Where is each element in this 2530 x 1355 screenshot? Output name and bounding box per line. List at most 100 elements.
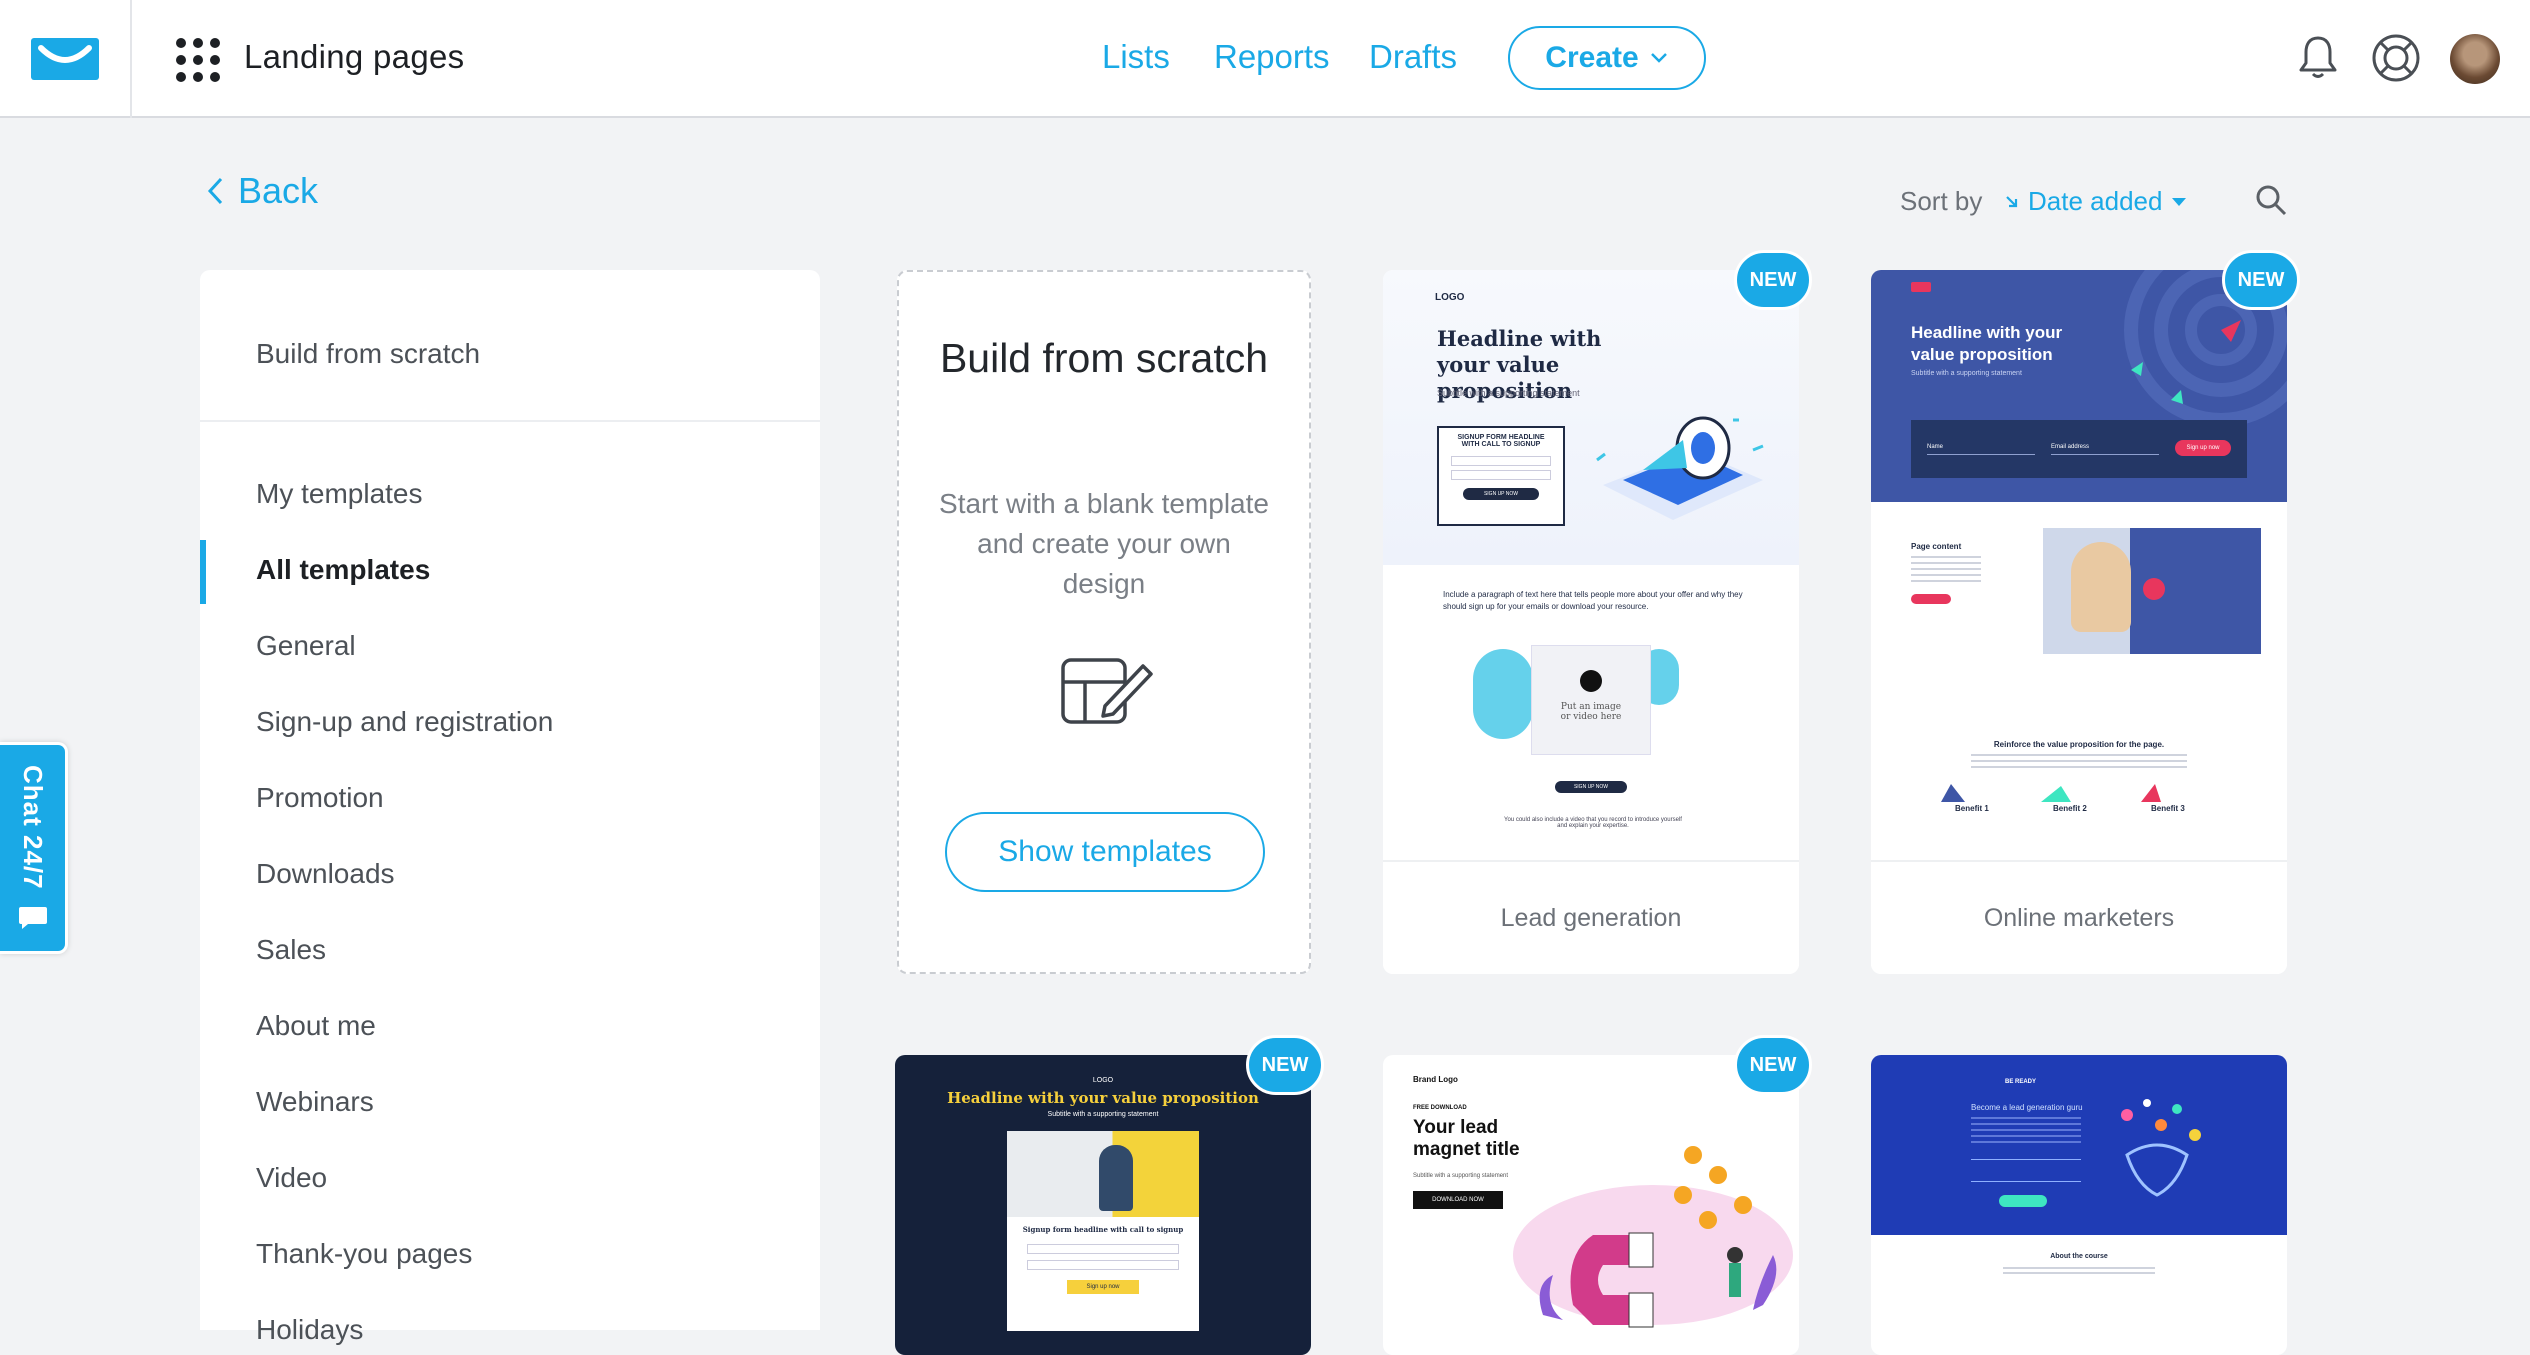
sort-arrow-icon (2006, 195, 2018, 207)
benefit-shapes (1941, 784, 2161, 802)
sidebar-item-signup-registration[interactable]: Sign-up and registration (256, 706, 553, 738)
preview-form-button: Sign up now (1067, 1280, 1139, 1294)
user-avatar[interactable] (2450, 34, 2500, 84)
preview-subtitle: Subtitle with a supporting statement (1437, 388, 1580, 398)
sidebar-build-from-scratch[interactable]: Build from scratch (256, 338, 480, 370)
sidebar-divider (200, 420, 820, 422)
sidebar-item-thank-you-pages[interactable]: Thank-you pages (256, 1238, 472, 1270)
preview-hero: BE READY Become a lead generation guru (1871, 1055, 2287, 1235)
caret-down-icon (2172, 197, 2187, 206)
preview-body: Include a paragraph of text here that te… (1383, 565, 1799, 860)
sort-by-label: Sort by (1900, 186, 1983, 216)
template-card-lead-generation-guru[interactable]: BE READY Become a lead generation guru A… (1871, 1055, 2287, 1355)
template-card-dark-signup[interactable]: LOGO Headline with your value propositio… (895, 1055, 1311, 1355)
preview-logo: LOGO (1435, 292, 1465, 303)
template-label: Online marketers (1871, 860, 2287, 974)
preview-headline: Headline with your value proposition (1911, 323, 2063, 364)
megaphone-illustration (1596, 416, 1764, 520)
sort-dropdown[interactable]: Date added (2004, 186, 2188, 217)
nav-reports[interactable]: Reports (1214, 38, 1330, 76)
sidebar-item-all-templates[interactable]: All templates (256, 554, 430, 586)
envelope-logo-icon (31, 38, 99, 80)
help-lifebuoy-icon[interactable] (2370, 32, 2422, 84)
preview-form: SIGNUP FORM HEADLINE WITH CALL TO SIGNUP… (1437, 426, 1565, 526)
sidebar-item-video[interactable]: Video (256, 1162, 327, 1194)
preview-brand: Brand Logo (1413, 1075, 1458, 1084)
magnet-illustration (1513, 1146, 1793, 1328)
preview-content: Page content (1871, 502, 2287, 702)
new-badge: NEW (1246, 1035, 1324, 1095)
sidebar-item-sales[interactable]: Sales (256, 934, 326, 966)
preview-benefits: Reinforce the value proposition for the … (1871, 702, 2287, 860)
show-templates-button[interactable]: Show templates (945, 812, 1265, 892)
preview-signup-button: Sign up now (2175, 440, 2231, 456)
back-link[interactable]: Back (206, 170, 318, 212)
sidebar-item-general[interactable]: General (256, 630, 356, 662)
sidebar-item-about-me[interactable]: About me (256, 1010, 376, 1042)
preview-subtitle: Subtitle with a supporting statement (1911, 370, 2022, 377)
new-badge: NEW (1734, 1035, 1812, 1095)
preview-reinforce: Reinforce the value proposition for the … (1993, 740, 2165, 749)
preview-video (2043, 528, 2261, 654)
preview-hero: Headline with your value proposition Sub… (1871, 270, 2287, 502)
scratch-card-title: Build from scratch (939, 335, 1269, 381)
preview-foot: You could also include a video that you … (1504, 817, 1682, 829)
sidebar-item-webinars[interactable]: Webinars (256, 1086, 374, 1118)
preview-body-button: SIGN UP NOW (1555, 781, 1627, 793)
preview-email-field: Email address (2051, 444, 2090, 450)
preview-benefit-2: Benefit 2 (2053, 804, 2087, 813)
scratch-card-description: Start with a blank template and create y… (939, 488, 1269, 599)
preview-subtitle: Subtitle with a supporting statement (1413, 1173, 1509, 1179)
chat-label: Chat 24/7 (18, 764, 48, 890)
preview-hero: LOGO Headline with your value propositio… (1383, 270, 1799, 565)
preview-download-button: DOWNLOAD NOW (1413, 1191, 1503, 1209)
preview-name-field: Name (1927, 444, 1944, 450)
search-icon[interactable] (2254, 183, 2288, 217)
build-from-scratch-card[interactable]: Build from scratch Start with a blank te… (897, 270, 1311, 974)
preview-subtitle: Subtitle with a supporting statement (1047, 1111, 1159, 1118)
chevron-down-icon (1650, 53, 1667, 63)
create-label: Create (1545, 41, 1639, 74)
sidebar-item-my-templates[interactable]: My templates (256, 478, 423, 510)
preview-pre: FREE DOWNLOAD (1413, 1105, 1467, 1111)
template-label: Lead generation (1383, 860, 1799, 974)
category-sidebar: Build from scratch My templates All temp… (200, 270, 820, 1345)
chat-bubble-icon (18, 907, 47, 930)
preview-page-content: Page content (1911, 542, 1962, 551)
sidebar-item-holidays[interactable]: Holidays (256, 1314, 363, 1346)
top-bar: Landing pages Lists Reports Drafts Creat… (0, 0, 2530, 118)
chat-support-tab[interactable]: Chat 24/7 (0, 742, 68, 954)
preview-form: Signup form headline with call to signup… (1007, 1131, 1199, 1331)
sort-value: Date added (2028, 186, 2163, 216)
preview-logo: BE READY (2005, 1079, 2037, 1085)
edit-template-icon (1061, 658, 1153, 724)
new-badge: NEW (2222, 250, 2300, 310)
template-card-lead-generation[interactable]: LOGO Headline with your value propositio… (1383, 270, 1799, 974)
preview-form-title: Signup form headline with call to signup (1022, 1225, 1184, 1234)
brain-illustration (2121, 1099, 2201, 1197)
preview-headline: Become a lead generation guru (1971, 1103, 2083, 1112)
back-label: Back (238, 170, 319, 211)
apps-grid-icon[interactable] (176, 38, 220, 82)
notifications-bell-icon[interactable] (2292, 32, 2344, 84)
nav-lists[interactable]: Lists (1102, 38, 1170, 76)
preview-form-button: SIGN UP NOW (1463, 488, 1539, 500)
nav-drafts[interactable]: Drafts (1369, 38, 1457, 76)
template-card-online-marketers[interactable]: Headline with your value proposition Sub… (1871, 270, 2287, 974)
getresponse-logo[interactable] (0, 0, 132, 118)
create-button[interactable]: Create (1508, 26, 1706, 90)
preview-form: Name Email address Sign up now (1911, 420, 2247, 478)
preview-benefit-3: Benefit 3 (2151, 804, 2185, 813)
new-badge: NEW (1734, 250, 1812, 310)
preview-form-title: SIGNUP FORM HEADLINE WITH CALL TO SIGNUP (1457, 434, 1545, 448)
active-indicator (200, 540, 206, 604)
preview-paragraph: Include a paragraph of text here that te… (1443, 590, 1743, 611)
preview-benefit-1: Benefit 1 (1955, 804, 1989, 813)
preview-about: About the course (2050, 1253, 2108, 1260)
template-card-lead-magnet[interactable]: Brand Logo FREE DOWNLOAD Your lead magne… (1383, 1055, 1799, 1355)
preview-media-text: Put an image or video here (1560, 702, 1622, 722)
chevron-left-icon (207, 177, 223, 205)
sidebar-item-downloads[interactable]: Downloads (256, 858, 395, 890)
sidebar-item-promotion[interactable]: Promotion (256, 782, 384, 814)
preview-headline: Headline with your value proposition (947, 1089, 1259, 1107)
